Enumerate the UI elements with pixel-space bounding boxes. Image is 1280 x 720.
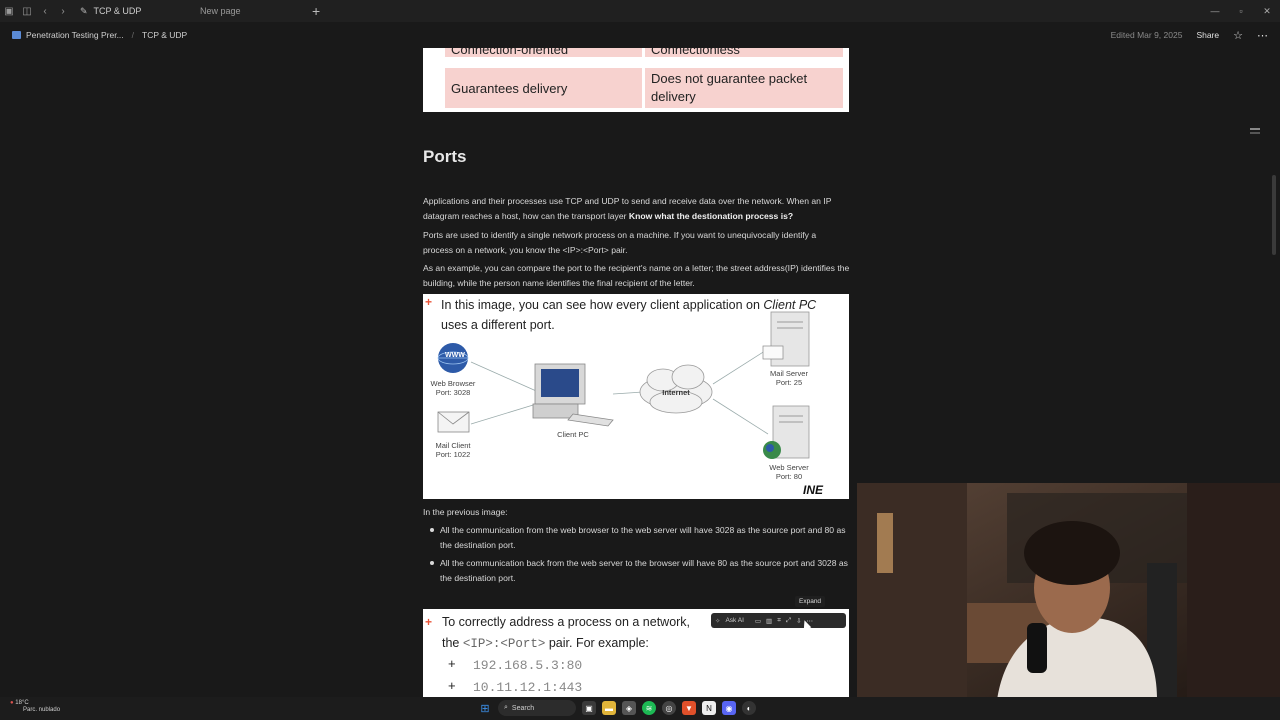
mail-client-label: Mail Client Port: 1022 — [435, 441, 471, 459]
breadcrumb-label: TCP & UDP — [142, 30, 188, 40]
list-item: All the communication back from the web … — [430, 556, 850, 585]
image-toolbar: ✧ Ask AI ▭ ▥ ⌗ ⤢ ⇩ ⋯ — [711, 613, 846, 628]
new-tab-plus-icon[interactable]: + — [312, 3, 320, 19]
breadcrumb-item-current[interactable]: TCP & UDP — [142, 30, 187, 40]
paragraph-ports: Ports are used to identify a single netw… — [423, 230, 817, 255]
favorite-star-icon[interactable]: ☆ — [1233, 29, 1243, 42]
search-label: Search — [511, 704, 535, 712]
breadcrumb-separator: / — [131, 30, 135, 40]
plus-bullet-icon: + — [425, 615, 433, 629]
back-icon[interactable]: ‹ — [36, 6, 54, 17]
window-controls: — ▫ ✕ — [1202, 0, 1280, 22]
forward-icon[interactable]: › — [54, 6, 72, 17]
paragraph-bold-text: Know what the destionation process is? — [628, 210, 794, 221]
table-of-contents-icon[interactable] — [1250, 128, 1260, 130]
edited-timestamp: Edited Mar 9, 2025 — [1110, 30, 1183, 40]
minimize-icon[interactable]: — — [1202, 6, 1228, 16]
image-text-line: To correctly address a process on a netw… — [442, 615, 691, 629]
obs-icon[interactable]: ◐ — [742, 701, 756, 715]
chrome-icon[interactable]: ◎ — [662, 701, 676, 715]
mono-text: <IP>:<Port> — [462, 637, 546, 651]
client-pc-label: Client PC — [557, 430, 589, 439]
weather-description: Parc. nublado — [23, 707, 61, 713]
tab-label: TCP & UDP — [93, 6, 142, 16]
weather-temp: 18°C — [15, 700, 29, 706]
discord-icon[interactable]: ◉ — [722, 701, 736, 715]
address-example: 10.11.12.1:443 — [473, 680, 583, 695]
paragraph-intro: Applications and their processes use TCP… — [423, 194, 853, 223]
mail-server-label: Mail Server Port: 25 — [770, 369, 808, 387]
search-box[interactable]: ⌕ Search — [498, 700, 576, 716]
table-cell: Guarantees delivery — [445, 68, 642, 108]
www-label: WWW — [445, 352, 465, 359]
internet-label: Internet — [662, 388, 690, 397]
spotify-icon[interactable]: ≋ — [642, 701, 656, 715]
brave-icon[interactable]: ▼ — [682, 701, 696, 715]
maximize-icon[interactable]: ▫ — [1228, 6, 1254, 16]
webcam-overlay — [857, 483, 1280, 700]
plus-bullet-icon: + — [448, 678, 456, 693]
text: pair. For example: — [545, 636, 649, 650]
paragraph-previous-image: In the previous image: — [423, 507, 508, 517]
image-text-line: the <IP>:<Port> pair. For example: — [442, 636, 649, 651]
list-item: All the communication from the web brows… — [430, 523, 850, 552]
section-heading-ports: Ports — [423, 147, 467, 166]
bullet-list: All the communication from the web brows… — [430, 523, 850, 589]
webcam-video — [857, 483, 1280, 700]
paragraph-example: As an example, you can compare the port … — [423, 263, 850, 288]
network-diagram-image[interactable]: + In this image, you can see how every c… — [423, 294, 849, 499]
ine-logo: INE — [803, 483, 824, 497]
scrollbar[interactable] — [1272, 175, 1276, 255]
address-example: 192.168.5.3:80 — [473, 658, 583, 673]
plus-bullet-icon: + — [448, 656, 456, 671]
breadcrumb: Penetration Testing Prer... / TCP & UDP — [0, 30, 195, 40]
page-icon — [12, 31, 21, 39]
ask-ai-icon: ✧ — [715, 617, 721, 625]
notion-icon[interactable]: N — [702, 701, 716, 715]
comment-icon[interactable]: ▭ — [755, 617, 761, 625]
breadcrumb-item-parent[interactable]: Penetration Testing Prer... — [12, 30, 124, 40]
window-titlebar: ▣ ◫ ‹ › ✎ TCP & UDP New page + — ▫ ✕ — [0, 0, 1280, 22]
weather-icon: ● — [10, 700, 14, 706]
tab-new-page[interactable]: New page — [192, 0, 312, 22]
delete-icon[interactable]: ▥ — [766, 617, 772, 625]
search-icon: ⌕ — [504, 704, 508, 711]
header-actions: Edited Mar 9, 2025 Share ☆ ⋯ — [1111, 29, 1268, 42]
windows-start-icon[interactable]: ⊞ — [478, 701, 492, 715]
expand-icon[interactable]: ⤢ — [786, 617, 791, 625]
page-edit-icon: ✎ — [80, 5, 88, 16]
taskbar-apps: ⊞ ⌕ Search ▣ ▬ ◈ ≋ ◎ ▼ N ◉ ◐ — [478, 700, 756, 716]
more-options-icon[interactable]: ⋯ — [1257, 29, 1268, 42]
web-server-label: Web Server Port: 80 — [769, 463, 809, 481]
taskbar: ● 18°C Parc. nublado ⊞ ⌕ Search ▣ ▬ ◈ ≋ … — [0, 697, 1280, 720]
sidebar-toggle-icon[interactable]: ◫ — [18, 6, 36, 17]
tab-label: New page — [200, 6, 241, 16]
crop-icon[interactable]: ⌗ — [777, 617, 781, 625]
table-row: Connection-oriented Connectionless — [445, 48, 843, 57]
breadcrumb-label: Penetration Testing Prer... — [26, 30, 124, 40]
store-icon[interactable]: ◈ — [622, 701, 636, 715]
share-button[interactable]: Share — [1196, 30, 1219, 40]
app-icon: ▣ — [4, 5, 14, 17]
table-cell: Connectionless — [645, 48, 843, 57]
task-view-icon[interactable]: ▣ — [582, 701, 596, 715]
file-explorer-icon[interactable]: ▬ — [602, 701, 616, 715]
breadcrumb-bar: Penetration Testing Prer... / TCP & UDP … — [0, 22, 1280, 48]
tooltip: Expand — [795, 596, 826, 607]
tab-tcp-udp[interactable]: ✎ TCP & UDP — [72, 0, 192, 22]
close-icon[interactable]: ✕ — [1254, 6, 1280, 17]
text: the — [442, 636, 463, 650]
table-cell: Does not guarantee packet delivery — [645, 68, 843, 108]
table-cell: Connection-oriented — [445, 48, 642, 57]
web-browser-label: Web Browser Port: 3028 — [430, 379, 476, 397]
ask-ai-button[interactable]: Ask AI — [725, 617, 743, 624]
comparison-table-image[interactable]: Connection-oriented Connectionless Guara… — [423, 48, 849, 112]
table-row: Guarantees delivery Does not guarantee p… — [445, 68, 843, 108]
weather-widget[interactable]: ● 18°C Parc. nublado — [10, 700, 60, 714]
